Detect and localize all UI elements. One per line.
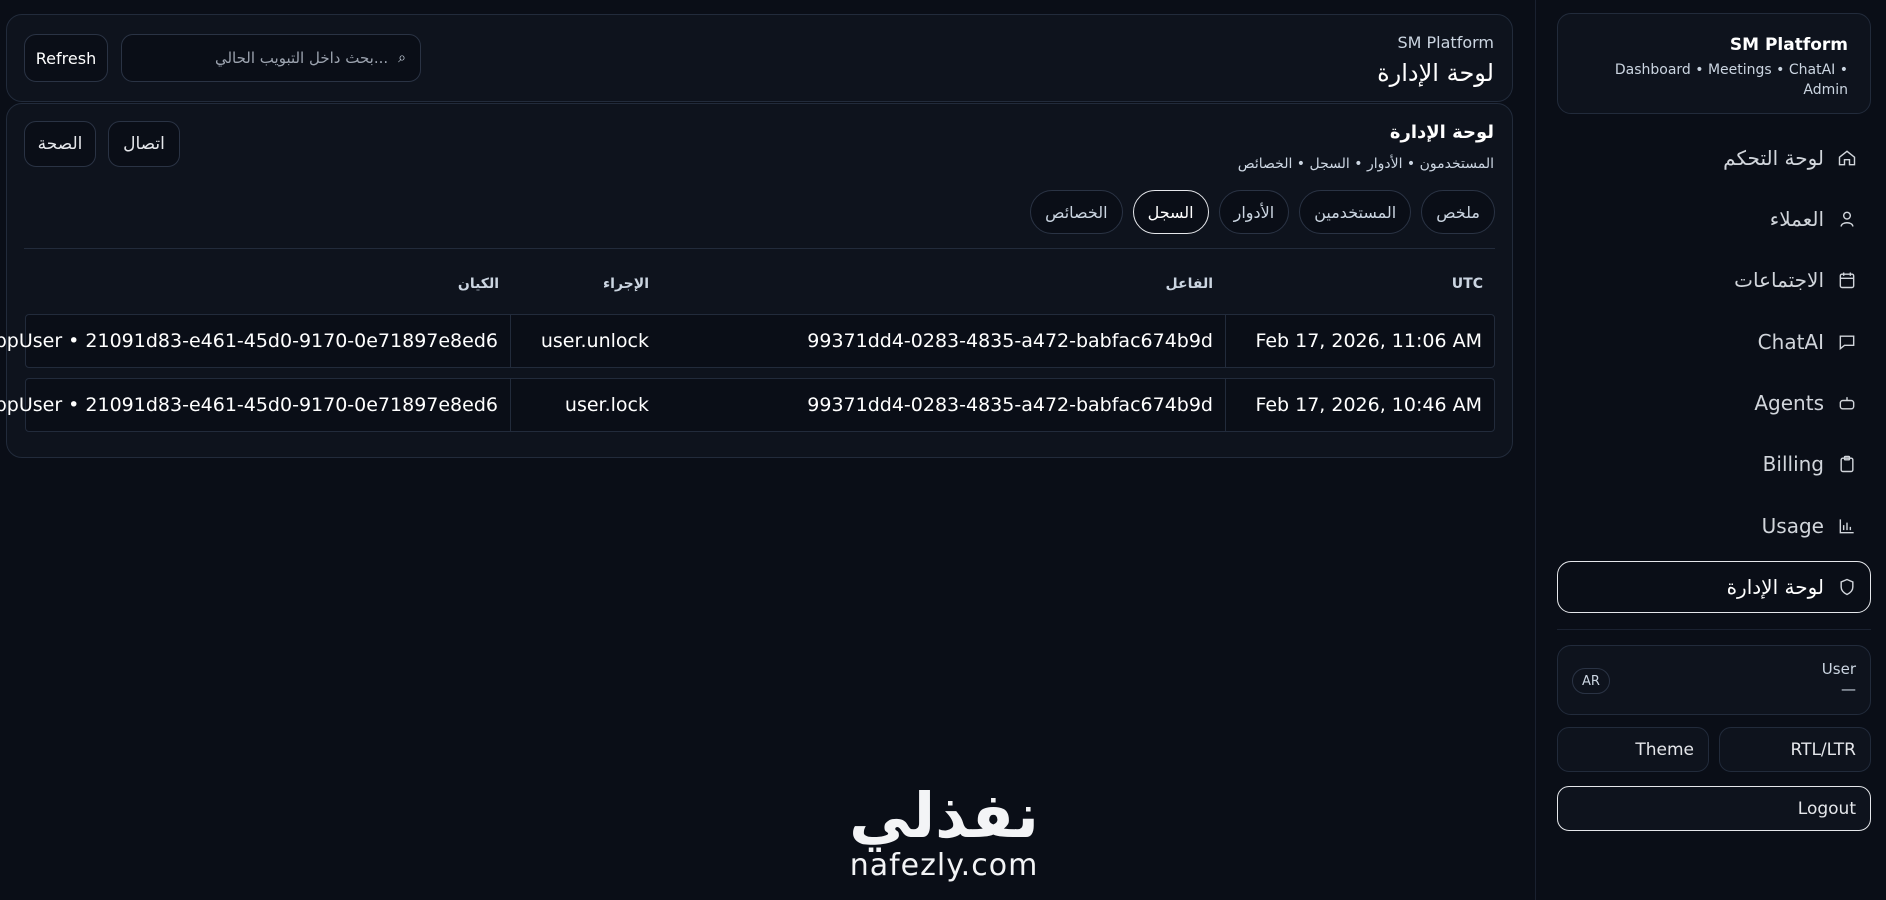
bar-chart-icon xyxy=(1836,515,1858,537)
table-header: UTC الفاعل الإجراء الكيان xyxy=(24,276,1495,302)
sidebar-item-clients[interactable]: العملاء xyxy=(1557,193,1871,245)
chat-icon xyxy=(1836,331,1858,353)
calendar-icon xyxy=(1836,269,1858,291)
column-header-utc: UTC xyxy=(1451,276,1483,292)
health-button[interactable]: الصحة xyxy=(24,121,96,167)
user-value: — xyxy=(1841,680,1856,698)
connection-button[interactable]: اتصال xyxy=(108,121,180,167)
column-header-entity: الكيان xyxy=(457,276,499,292)
section-title: لوحة الإدارة xyxy=(1389,122,1494,143)
bot-icon xyxy=(1836,392,1858,414)
admin-panel-card: الصحة اتصال لوحة الإدارة المستخدمون • ال… xyxy=(0,103,1513,458)
refresh-button[interactable]: Refresh xyxy=(24,34,108,82)
tabs-divider xyxy=(24,248,1495,249)
sidebar-item-label: Agents xyxy=(1754,391,1824,415)
watermark-latin: nafezly.com xyxy=(849,848,1039,883)
tab-roles[interactable]: الأدوار xyxy=(1218,190,1290,234)
column-header-actor: الفاعل xyxy=(1165,276,1213,292)
shield-icon xyxy=(1836,576,1858,598)
search-input[interactable] xyxy=(170,48,391,68)
sidebar-item-billing[interactable]: Billing xyxy=(1557,438,1871,490)
sidebar-item-label: ChatAI xyxy=(1757,330,1824,354)
home-icon xyxy=(1836,147,1858,169)
tab-users[interactable]: المستخدمين xyxy=(1299,190,1412,234)
sidebar-item-usage[interactable]: Usage xyxy=(1557,500,1871,552)
brand-subtitle: Dashboard • Meetings • ChatAI • Admin xyxy=(1614,62,1848,98)
table-row[interactable]: Feb 17, 2026, 11:06 AM 99371dd4-0283-483… xyxy=(0,314,1495,368)
search-icon: ⌕ xyxy=(398,50,406,66)
cell-actor: 99371dd4-0283-4835-a472-babfac674b9d xyxy=(661,378,1225,432)
sidebar-item-label: الاجتماعات xyxy=(1734,268,1824,292)
page-title: لوحة الإدارة xyxy=(1377,59,1494,87)
user-icon xyxy=(1836,208,1858,230)
logout-button[interactable]: Logout xyxy=(1557,786,1871,831)
sidebar: SM Platform Dashboard • Meetings • ChatA… xyxy=(1535,0,1886,900)
cell-action: user.lock xyxy=(511,378,661,432)
cell-entity: AppUser • 21091d83-e461-45d0-9170-0e7189… xyxy=(0,378,511,432)
sidebar-item-agents[interactable]: Agents xyxy=(1557,377,1871,429)
brand-title: SM Platform xyxy=(1729,35,1848,55)
tab-summary[interactable]: ملخص xyxy=(1421,190,1495,234)
sidebar-item-label: العملاء xyxy=(1769,207,1824,231)
cell-action: user.unlock xyxy=(511,314,661,368)
watermark-logo: نفذلي nafezly.com xyxy=(826,782,1062,882)
sidebar-item-label: Billing xyxy=(1762,452,1824,476)
sidebar-item-chatai[interactable]: ChatAI xyxy=(1557,316,1871,368)
sidebar-item-label: لوحة التحكم xyxy=(1723,146,1824,170)
sidebar-item-label: Usage xyxy=(1761,514,1824,538)
cell-entity: AppUser • 21091d83-e461-45d0-9170-0e7189… xyxy=(0,314,511,368)
sidebar-item-label: لوحة الإدارة xyxy=(1726,575,1824,599)
sidebar-item-admin[interactable]: لوحة الإدارة xyxy=(1557,561,1871,613)
table-row[interactable]: Feb 17, 2026, 10:46 AM 99371dd4-0283-483… xyxy=(0,378,1495,432)
sidebar-divider xyxy=(1557,629,1871,630)
section-subtitle: المستخدمون • الأدوار • السجل • الخصائص xyxy=(1237,156,1494,172)
user-card: User — AR xyxy=(1557,645,1871,715)
language-badge[interactable]: AR xyxy=(1572,668,1610,694)
tab-properties[interactable]: الخصائص xyxy=(1030,190,1123,234)
tab-log[interactable]: السجل xyxy=(1132,190,1209,234)
cell-utc: Feb 17, 2026, 10:46 AM xyxy=(1225,378,1495,432)
brand-card: SM Platform Dashboard • Meetings • ChatA… xyxy=(1557,13,1871,114)
clipboard-icon xyxy=(1836,453,1858,475)
column-header-action: الإجراء xyxy=(603,276,649,292)
tab-bar: ملخص المستخدمين الأدوار السجل الخصائص xyxy=(1030,190,1495,234)
search-box[interactable]: ⌕ xyxy=(121,34,421,82)
theme-toggle-button[interactable]: Theme xyxy=(1557,727,1709,772)
sidebar-item-meetings[interactable]: الاجتماعات xyxy=(1557,254,1871,306)
top-header: Refresh ⌕ SM Platform لوحة الإدارة xyxy=(6,14,1513,102)
sidebar-item-dashboard[interactable]: لوحة التحكم xyxy=(1557,132,1871,184)
user-label: User xyxy=(1821,660,1856,678)
cell-utc: Feb 17, 2026, 11:06 AM xyxy=(1225,314,1495,368)
watermark-arabic: نفذلي xyxy=(849,779,1039,852)
cell-actor: 99371dd4-0283-4835-a472-babfac674b9d xyxy=(661,314,1225,368)
header-breadcrumb: SM Platform xyxy=(1397,33,1494,52)
rtl-ltr-toggle-button[interactable]: RTL/LTR xyxy=(1719,727,1871,772)
